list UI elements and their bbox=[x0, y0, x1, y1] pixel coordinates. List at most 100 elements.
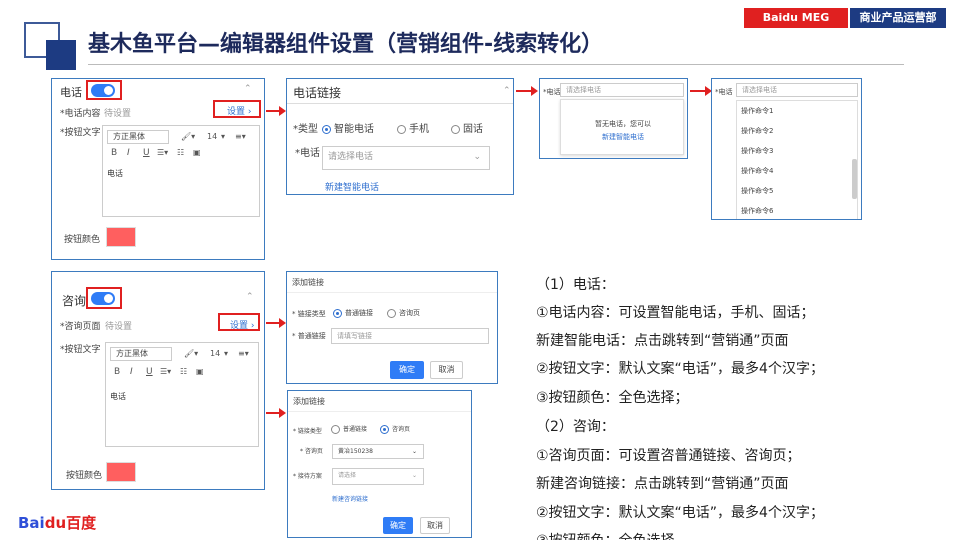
page-title: 基木鱼平台—编辑器组件设置（营销组件-线索转化） bbox=[88, 32, 604, 57]
button-text-editor[interactable]: 方正黑体 🖌▾ 14 ▾ ≡▾ B I U ☰▾ ☷ ▣ 电话 bbox=[102, 125, 260, 217]
phone-label: *电话 bbox=[543, 88, 561, 96]
scrollbar[interactable] bbox=[852, 159, 857, 199]
brand-badge: Baidu MEG bbox=[744, 8, 848, 28]
phone-select[interactable]: 请选择电话 bbox=[736, 83, 858, 97]
font-size-select[interactable]: 14 bbox=[207, 132, 217, 141]
radio-normal-link[interactable]: 普通链接 bbox=[333, 308, 373, 318]
radio-smart-phone[interactable]: 智能电话 bbox=[322, 120, 374, 135]
collapse-icon[interactable]: ⌃ bbox=[244, 84, 252, 94]
desc-line: ②按钮文字：默认文案“电话”，最多4个汉字； bbox=[536, 361, 824, 377]
image-icon[interactable]: ▣ bbox=[196, 367, 204, 376]
font-select[interactable]: 方正黑体 bbox=[110, 347, 172, 361]
collapse-icon[interactable]: ⌃ bbox=[246, 292, 254, 302]
radio-consult-page[interactable]: 咨询页 bbox=[387, 308, 420, 318]
phone-list-dropdown-panel: *电话 请选择电话 操作命令1 操作命令2 操作命令3 操作命令4 操作命令5 … bbox=[711, 78, 862, 220]
logo-square-filled bbox=[46, 40, 76, 70]
phone-select[interactable]: 请选择电话 ⌄ bbox=[322, 146, 490, 170]
arrow-right-icon bbox=[266, 408, 286, 418]
underline-icon[interactable]: U bbox=[143, 148, 150, 158]
arrow-right-icon bbox=[690, 86, 712, 96]
add-link-consult-panel: 添加链接 * 链接类型 普通链接 咨询页 * 咨询页 黄冶150238 ⌄ * … bbox=[287, 390, 472, 538]
confirm-button[interactable]: 确定 bbox=[383, 517, 413, 534]
new-consult-link[interactable]: 新建咨询链接 bbox=[332, 494, 368, 503]
bold-icon[interactable]: B bbox=[114, 367, 120, 377]
scheme-placeholder: 请选择 bbox=[338, 472, 357, 479]
paint-icon[interactable]: 🖌▾ bbox=[184, 349, 198, 358]
align-icon[interactable]: ≡▾ bbox=[238, 349, 249, 358]
phone-toggle[interactable] bbox=[91, 84, 115, 97]
consult-page-label: * 咨询页 bbox=[300, 448, 323, 455]
desc-line: （1）电话： bbox=[536, 277, 615, 293]
phone-title: 电话 bbox=[60, 86, 82, 99]
consult-page-select[interactable]: 黄冶150238 ⌄ bbox=[332, 444, 424, 459]
scheme-label: * 接待方案 bbox=[293, 473, 322, 480]
radio-normal-link[interactable]: 普通链接 bbox=[331, 424, 367, 434]
arrow-right-icon bbox=[516, 86, 538, 96]
header-divider bbox=[88, 64, 904, 65]
phone-settings-panel: 电话 ⌃ *电话内容 待设置 设置 › *按钮文字 方正黑体 🖌▾ 14 ▾ ≡… bbox=[51, 78, 265, 260]
new-smart-phone-link[interactable]: 新建智能电话 bbox=[602, 132, 644, 142]
italic-icon[interactable]: I bbox=[127, 148, 130, 158]
radio-landline[interactable]: 固话 bbox=[451, 120, 483, 135]
paint-icon[interactable]: 🖌▾ bbox=[181, 132, 195, 141]
list-item[interactable]: 操作命令2 bbox=[741, 126, 773, 136]
divider bbox=[288, 411, 471, 412]
button-color-swatch[interactable] bbox=[106, 462, 136, 482]
confirm-button[interactable]: 确定 bbox=[390, 361, 424, 379]
phone-select[interactable]: 请选择电话 bbox=[560, 83, 684, 97]
add-link-normal-panel: 添加链接 * 链接类型 普通链接 咨询页 * 普通链接 请填写链接 确定 取消 bbox=[286, 271, 498, 384]
list-icon[interactable]: ☰▾ bbox=[160, 367, 171, 376]
phone-settings-link[interactable]: 设置 › bbox=[227, 104, 251, 117]
baidu-logo: Baidu百度 bbox=[18, 514, 97, 532]
image-icon[interactable]: ▣ bbox=[193, 148, 201, 157]
phone-link-panel: 电话链接 ⌃ *类型 智能电话 手机 固话 *电话 请选择电话 ⌄ 新建智能电话 bbox=[286, 78, 514, 195]
list-item[interactable]: 操作命令1 bbox=[741, 106, 773, 116]
consult-page-value: 黄冶150238 bbox=[338, 448, 373, 455]
link-type-label: * 链接类型 bbox=[293, 428, 322, 435]
list-ordered-icon[interactable]: ☷ bbox=[177, 148, 184, 157]
button-text-editor[interactable]: 方正黑体 🖌▾ 14 ▾ ≡▾ B I U ☰▾ ☷ ▣ 电话 bbox=[105, 342, 259, 447]
cancel-button[interactable]: 取消 bbox=[430, 361, 463, 379]
type-label: *类型 bbox=[293, 124, 318, 135]
scheme-select[interactable]: 请选择 ⌄ bbox=[332, 468, 424, 485]
divider bbox=[287, 103, 513, 104]
collapse-icon[interactable]: ⌃ bbox=[503, 86, 511, 96]
dialog-title: 添加链接 bbox=[292, 278, 324, 287]
size-chevron-icon[interactable]: ▾ bbox=[221, 132, 225, 141]
desc-line: 新建智能电话：点击跳转到“营销通”页面 bbox=[536, 333, 789, 349]
font-size-select[interactable]: 14 bbox=[210, 349, 220, 358]
button-color-swatch[interactable] bbox=[106, 227, 136, 247]
dialog-title: 添加链接 bbox=[293, 397, 325, 406]
normal-link-input[interactable]: 请填写链接 bbox=[331, 328, 489, 344]
chevron-down-icon: ⌄ bbox=[411, 472, 417, 479]
phone-label: *电话 bbox=[715, 88, 733, 96]
button-color-label: 按钮颜色 bbox=[66, 471, 103, 481]
button-text-label: *按钮文字 bbox=[60, 345, 101, 355]
desc-line: ①电话内容：可设置智能电话，手机、固话； bbox=[536, 305, 815, 321]
consult-page-value: 待设置 bbox=[105, 322, 133, 332]
list-ordered-icon[interactable]: ☷ bbox=[180, 367, 187, 376]
align-icon[interactable]: ≡▾ bbox=[235, 132, 246, 141]
editor-content[interactable]: 电话 bbox=[110, 391, 126, 402]
italic-icon[interactable]: I bbox=[130, 367, 133, 377]
department-badge: 商业产品运营部 bbox=[850, 8, 946, 28]
new-smart-phone-link[interactable]: 新建智能电话 bbox=[325, 180, 379, 193]
list-item[interactable]: 操作命令6 bbox=[741, 206, 773, 216]
consult-toggle[interactable] bbox=[91, 292, 115, 305]
bold-icon[interactable]: B bbox=[111, 148, 117, 158]
list-item[interactable]: 操作命令5 bbox=[741, 186, 773, 196]
consult-page-label: *咨询页面 bbox=[60, 322, 101, 332]
radio-consult-page[interactable]: 咨询页 bbox=[380, 424, 410, 434]
size-chevron-icon[interactable]: ▾ bbox=[224, 349, 228, 358]
cancel-button[interactable]: 取消 bbox=[420, 517, 450, 534]
consult-settings-link[interactable]: 设置 › bbox=[230, 318, 254, 331]
arrow-right-icon bbox=[266, 106, 286, 116]
list-item[interactable]: 操作命令4 bbox=[741, 166, 773, 176]
list-item[interactable]: 操作命令3 bbox=[741, 146, 773, 156]
radio-mobile[interactable]: 手机 bbox=[397, 120, 429, 135]
chevron-down-icon: ⌄ bbox=[411, 448, 417, 455]
list-icon[interactable]: ☰▾ bbox=[157, 148, 168, 157]
font-select[interactable]: 方正黑体 bbox=[107, 130, 169, 144]
underline-icon[interactable]: U bbox=[146, 367, 153, 377]
editor-content[interactable]: 电话 bbox=[107, 168, 123, 179]
